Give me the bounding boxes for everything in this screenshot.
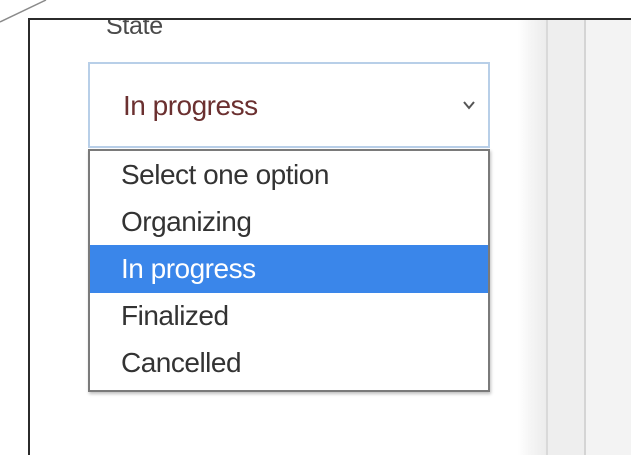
state-field-label: State bbox=[106, 18, 163, 40]
state-select[interactable]: In progress bbox=[88, 62, 490, 148]
side-column bbox=[548, 20, 584, 455]
screenshot-frame: State In progress Select one option Orga… bbox=[28, 18, 631, 455]
side-column bbox=[586, 20, 631, 455]
option-in-progress[interactable]: In progress bbox=[90, 245, 488, 293]
panel-edge-shadow bbox=[518, 20, 546, 455]
option-cancelled[interactable]: Cancelled bbox=[90, 339, 488, 387]
state-select-value: In progress bbox=[123, 90, 258, 121]
option-finalized[interactable]: Finalized bbox=[90, 292, 488, 340]
state-dropdown-list: Select one option Organizing In progress… bbox=[88, 149, 490, 392]
option-organizing[interactable]: Organizing bbox=[90, 198, 488, 246]
option-select-one[interactable]: Select one option bbox=[90, 151, 488, 199]
chevron-down-icon bbox=[463, 101, 475, 110]
